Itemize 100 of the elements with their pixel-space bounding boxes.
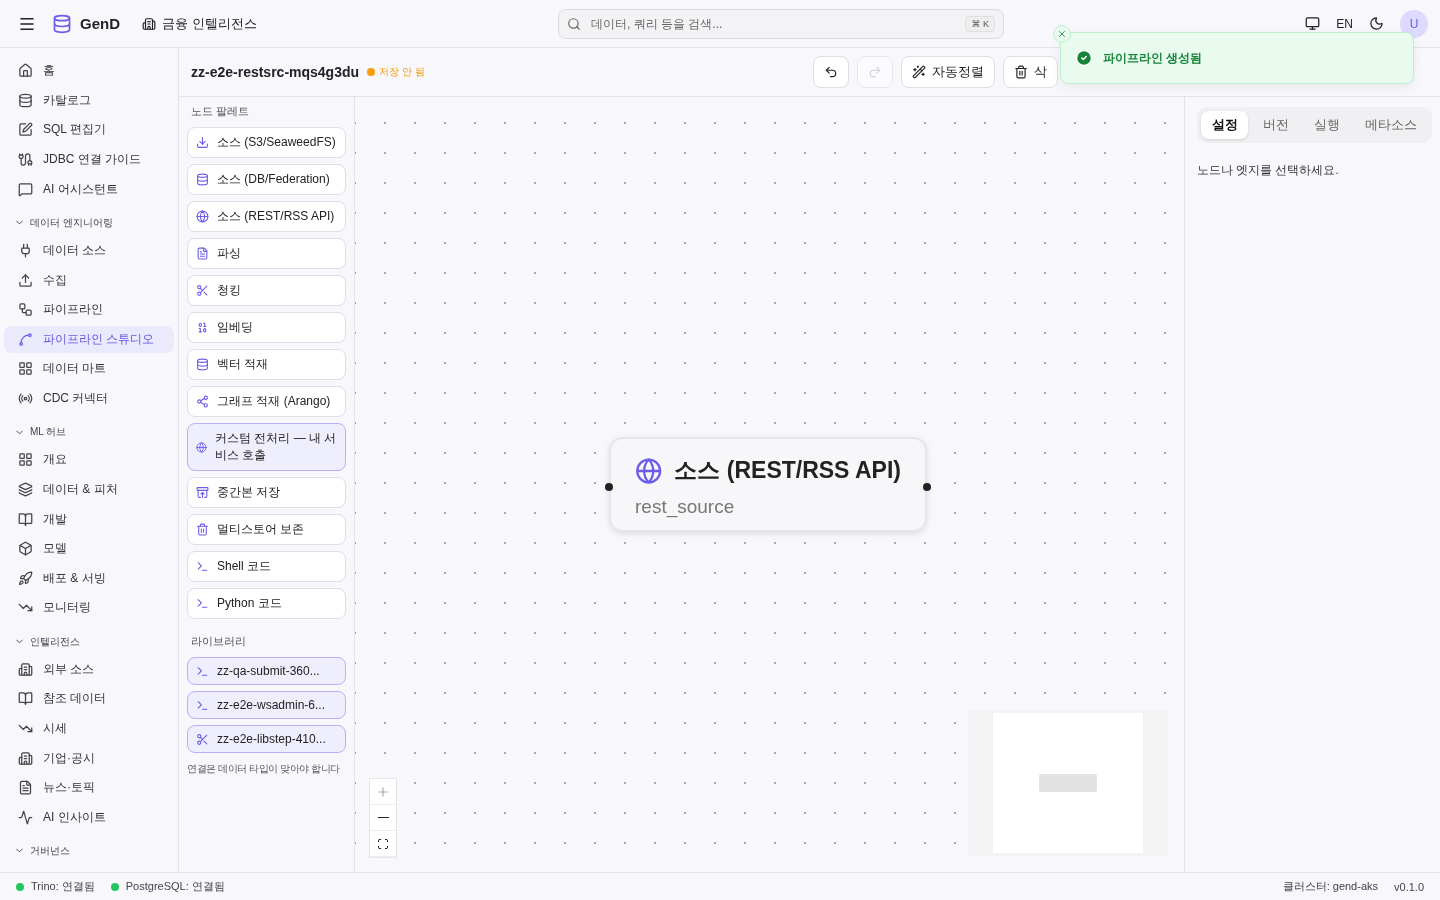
palette-node[interactable]: 소스 (REST/RSS API) [187,201,346,232]
plus-icon [376,784,390,799]
sidebar-item[interactable]: CDC 커넥터 [4,385,174,412]
sidebar-item[interactable]: 파이프라인 스튜디오 [4,326,174,353]
sidebar-item[interactable]: 수집 [4,266,174,294]
section-header[interactable]: 데이터 엔지니어링 [4,203,174,236]
undo-icon [824,65,838,79]
sidebar-item[interactable]: 뉴스·토픽 [4,774,174,801]
connection-handle[interactable] [605,483,613,491]
palette-node[interactable]: 청킹 [187,275,346,306]
terminal-icon [196,597,209,610]
share-icon [196,395,209,408]
panel-tab[interactable]: 설정 [1201,111,1249,139]
binary-icon [196,321,209,334]
sidebar-item[interactable]: 시세 [4,715,174,742]
database-icon [18,92,33,108]
archive-icon [196,486,209,499]
search-field[interactable]: 데이터, 쿼리 등을 검색... ⌘ K [558,8,1004,39]
sidebar-item[interactable]: JDBC 연결 가이드 [4,146,174,173]
fit-view-icon [377,837,389,850]
sidebar-item[interactable]: 홈 [4,57,174,85]
workspace-name[interactable]: 금융 인텔리전스 [162,14,257,33]
sidebar-item[interactable]: 파이프라인 [4,296,174,323]
version-label: v0.1.0 [1394,880,1424,893]
toast-message: 파이프라인 생성됨 [1103,49,1203,67]
layers-icon [18,482,33,498]
cluster-label: 클러스터: gend-aks [1282,879,1379,894]
library-node[interactable]: zz-e2e-libstep-410... [187,725,346,753]
palette-node[interactable]: 커스텀 전처리 — 내 서비스 호출 [187,423,346,471]
library-node[interactable]: zz-e2e-wsadmin-6... [187,691,346,719]
connection-handle[interactable] [923,483,931,491]
search-input[interactable]: 데이터, 쿼리 등을 검색... [589,15,958,32]
sidebar-item[interactable]: 모델 [4,535,174,562]
app-name: GenD [80,15,120,32]
monitor-icon[interactable] [1305,16,1321,31]
panel-tab[interactable]: 실행 [1303,111,1351,139]
sidebar-item[interactable]: 카탈로그 [4,87,174,114]
book-icon [18,511,33,527]
chat-bubble-icon [18,181,33,197]
sidebar-item[interactable]: AI 어시스턴트 [4,175,174,203]
scissors-icon [196,732,209,746]
sidebar-item[interactable]: 데이터 & 피처 [4,476,174,503]
section-header[interactable]: ML 허브 [4,413,174,446]
section-header[interactable]: 거버넌스 [4,831,174,864]
sidebar-item[interactable]: 기업·공시 [4,744,174,772]
library-node[interactable]: zz-qa-submit-360... [187,657,346,685]
palette-node[interactable]: 임베딩 [187,312,346,343]
cube-icon [18,541,33,557]
trash-icon [1014,65,1028,79]
section-header[interactable]: 인텔리전스 [4,622,174,655]
connection-status: Trino: 연결됨 [31,879,95,894]
unsaved-status: 저장 안 됨 [367,65,425,79]
hint-text: 연결은 데이터 타입이 맞아야 합니다 [187,762,341,776]
document-icon [18,780,33,796]
sidebar-item[interactable]: AI 인사이트 [4,803,174,831]
close-icon [1057,29,1067,39]
palette-node[interactable]: 그래프 적재 (Arango) [187,386,346,417]
delete-button[interactable]: 삭 [1003,56,1058,88]
palette-node[interactable]: 소스 (S3/SeaweedFS) [187,127,346,158]
sidebar-item[interactable]: 외부 소스 [4,656,174,683]
palette-node[interactable]: Shell 코드 [187,551,346,582]
user-avatar[interactable]: U [1400,9,1428,38]
auto-layout-button[interactable]: 자동정렬 [901,56,995,88]
palette-node[interactable]: 중간본 저장 [187,477,346,508]
palette-node[interactable]: 소스 (DB/Federation) [187,164,346,195]
search-icon [567,16,581,31]
sidebar-item[interactable]: 개발 [4,505,174,533]
palette-node[interactable]: 벡터 적재 [187,349,346,380]
magic-wand-icon [912,65,926,79]
book-icon [18,691,33,707]
globe-icon [635,456,663,485]
sidebar-item[interactable]: SQL 편집기 [4,116,174,144]
building-icon [18,750,33,766]
panel-tab[interactable]: 메타소스 [1354,111,1428,139]
palette-node[interactable]: 멀티스토어 보존 [187,514,346,545]
pipeline-name: zz-e2e-restsrc-mqs4g3du [191,64,360,80]
sidebar-item[interactable]: 데이터 마트 [4,355,174,383]
palette-node[interactable]: Python 코드 [187,588,346,619]
panel-tab[interactable]: 버전 [1252,111,1300,139]
sidebar-item[interactable]: 데이터 소스 [4,237,174,264]
sidebar-item[interactable]: 배포 & 서빙 [4,564,174,592]
cable-icon [18,151,33,167]
sidebar-item[interactable]: 개요 [4,446,174,474]
building-icon [18,661,33,677]
workflow-icon [18,302,33,318]
empty-message: 노드나 엣지를 선택하세요. [1197,163,1340,178]
moon-icon[interactable] [1369,16,1384,31]
sidebar-item[interactable]: 모니터링 [4,594,174,622]
check-circle-icon [1075,49,1093,67]
palette-node[interactable]: 파싱 [187,238,346,269]
language-button[interactable]: EN [1336,16,1353,31]
database-icon [196,173,209,186]
scissors-icon [196,284,209,297]
undo-button[interactable] [813,56,849,88]
terminal-icon [196,560,209,573]
globe-icon [196,441,207,453]
database-icon [196,358,209,371]
node-subtitle: rest_source [635,496,736,518]
sidebar-item[interactable]: 참조 데이터 [4,685,174,713]
globe-icon [196,210,209,223]
